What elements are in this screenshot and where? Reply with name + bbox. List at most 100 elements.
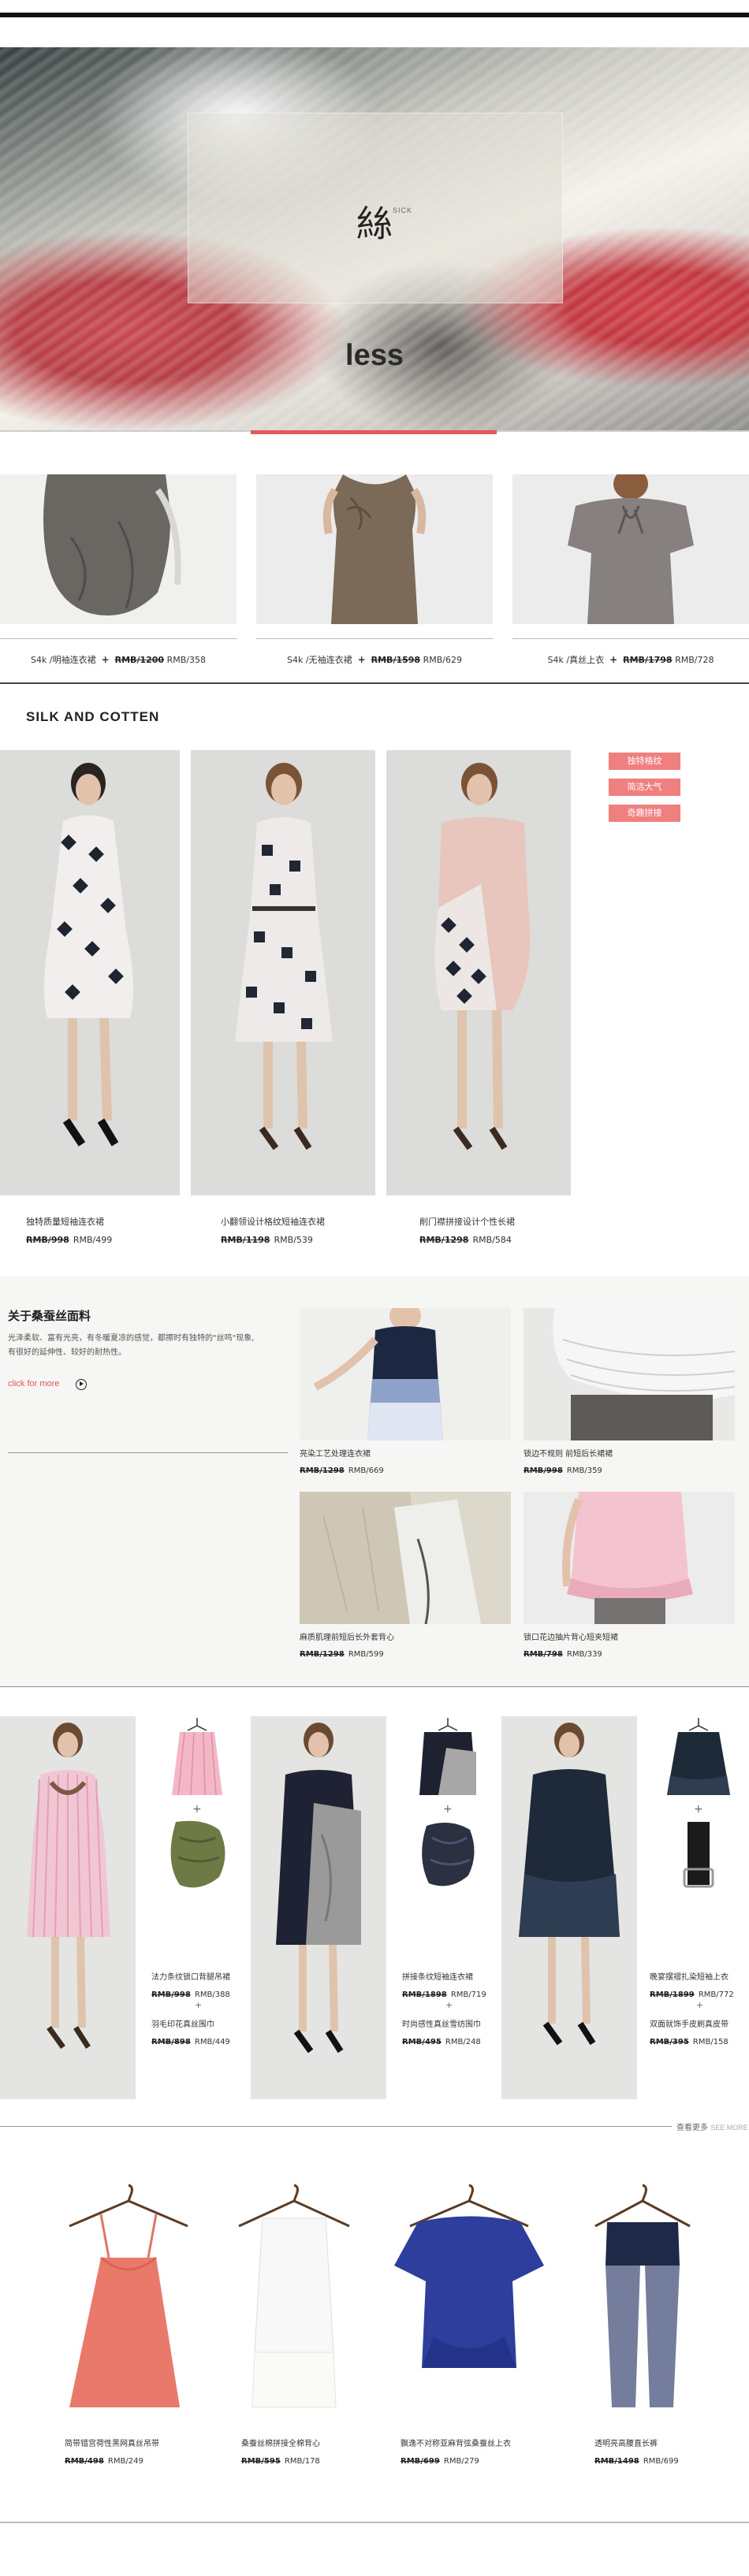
product-image[interactable]	[658, 1716, 740, 1803]
silk-description: 光泽柔软、富有光亮，有冬暖夏凉的感觉，都擦时有独特的"丝鸣"现象,	[8, 1334, 255, 1343]
model-image[interactable]	[251, 1716, 386, 2099]
section-divider	[0, 682, 749, 684]
product-name: 法力条纹锁口背腿吊裙	[151, 1973, 230, 1982]
original-price: RMB/1198	[221, 1235, 270, 1245]
see-more-link[interactable]: 查看更多 SEE MORE	[676, 2121, 748, 2132]
product-image[interactable]	[156, 1814, 238, 1896]
sale-price: RMB/178	[284, 2457, 320, 2466]
hero-accent-bar	[251, 430, 497, 434]
product-image[interactable]	[0, 474, 237, 624]
product-image[interactable]	[54, 2179, 203, 2415]
original-price: RMB/1598	[371, 655, 421, 665]
product-image[interactable]	[256, 474, 493, 624]
sale-price: RMB/584	[472, 1235, 512, 1245]
model-image[interactable]	[386, 750, 571, 1195]
product-info[interactable]: 锁边不规则 前短后长裙裙 RMB/998 RMB/359	[524, 1447, 613, 1476]
product-image[interactable]	[576, 2179, 710, 2415]
combo-item-info[interactable]: 时尚感性真丝雪纺围巾 RMB/495 RMB/248	[402, 2017, 481, 2047]
original-price: RMB/1200	[114, 655, 165, 665]
feature-tag[interactable]: 独特格纹	[609, 753, 680, 770]
see-more-cn: 查看更多	[676, 2124, 708, 2132]
sale-price: RMB/158	[692, 2038, 729, 2046]
hero-cjk-title: 絲	[356, 203, 393, 245]
product-image[interactable]	[407, 1814, 489, 1896]
product-info[interactable]: 小翻领设计格纹短袖连衣裙 RMB/1198 RMB/539	[221, 1215, 325, 1246]
product-name: 独特质量短袖连衣裙	[26, 1217, 104, 1227]
sale-price: RMB/699	[643, 2457, 679, 2466]
original-price: RMB/1498	[594, 2457, 639, 2466]
product-image[interactable]	[386, 2179, 552, 2415]
product-name: 削门襟拼接设计个性长裙	[419, 1217, 515, 1227]
product-name: 麻质肌理前短后长外套背心	[300, 1634, 394, 1642]
original-price: RMB/395	[650, 2038, 689, 2046]
row1-divider	[256, 638, 493, 639]
product-name: S4k /真丝上衣	[547, 655, 605, 665]
original-price: RMB/1898	[402, 1991, 447, 1999]
product-name: 飘逸不对称亚麻背弦桑蚕丝上衣	[401, 2440, 511, 2448]
original-price: RMB/498	[65, 2457, 104, 2466]
product-info[interactable]: 削门襟拼接设计个性长裙 RMB/1298 RMB/584	[419, 1215, 515, 1246]
model-image[interactable]	[0, 750, 180, 1195]
product-image[interactable]	[300, 1492, 511, 1624]
feature-tag[interactable]: 简洁大气	[609, 779, 680, 796]
see-more-en: SEE MORE	[710, 2124, 748, 2132]
product-name: 桑蚕丝棉拼接全棉背心	[241, 2440, 320, 2448]
product-name: S4k /无袖连衣裙	[287, 655, 352, 665]
original-price: RMB/1899	[650, 1991, 695, 1999]
product-image[interactable]	[658, 1814, 740, 1896]
see-more-divider	[0, 2126, 672, 2127]
sale-price: RMB/499	[73, 1235, 113, 1245]
sale-price: RMB/249	[107, 2457, 143, 2466]
feature-tag[interactable]: 奇趣拼接	[609, 805, 680, 822]
product-info[interactable]: S4k /无袖连衣裙 + RMB/1598 RMB/629	[256, 653, 493, 666]
row1-divider	[512, 638, 749, 639]
silk-description: 有很好的延伸性、较好的耐热性。	[8, 1348, 126, 1357]
arrow-right-icon[interactable]	[76, 1379, 87, 1390]
product-image[interactable]	[407, 1716, 489, 1803]
sale-price: RMB/339	[566, 1650, 602, 1659]
section-title: SILK AND COTTEN	[26, 709, 160, 724]
product-name: S4k /明袖连衣裙	[31, 655, 96, 665]
product-info[interactable]: 桑蚕丝棉拼接全棉背心 RMB/595 RMB/178	[241, 2437, 320, 2466]
top-rule	[0, 13, 749, 17]
combo-item-info[interactable]: 法力条纹锁口背腿吊裙 RMB/998 RMB/388	[151, 1970, 230, 2000]
product-image[interactable]	[524, 1492, 735, 1624]
product-name: 拼接条纹短袖连衣裙	[402, 1973, 473, 1982]
model-image[interactable]	[191, 750, 375, 1195]
product-name: 晚宴摆褶扎染短袖上衣	[650, 1973, 729, 1982]
product-name: 锁边不规则 前短后长裙裙	[524, 1450, 613, 1459]
product-info[interactable]: 透明亮高腰直长裤 RMB/1498 RMB/699	[594, 2437, 679, 2466]
product-image[interactable]	[300, 1308, 511, 1440]
original-price: RMB/1798	[623, 655, 673, 665]
combo-item-info[interactable]: 双面就饰手皮刷真皮带 RMB/395 RMB/158	[650, 2017, 729, 2047]
product-info[interactable]: S4k /明袖连衣裙 + RMB/1200 RMB/358	[0, 653, 237, 666]
product-image[interactable]	[524, 1308, 735, 1440]
model-image[interactable]	[501, 1716, 637, 2099]
combo-item-info[interactable]: 羽毛印花真丝围巾 RMB/898 RMB/449	[151, 2017, 230, 2047]
combo-item-info[interactable]: 晚宴摆褶扎染短袖上衣 RMB/1899 RMB/772	[650, 1970, 734, 2000]
product-info[interactable]: 独特质量短袖连衣裙 RMB/998 RMB/499	[26, 1215, 112, 1246]
sale-price: RMB/629	[423, 655, 462, 665]
product-image[interactable]	[219, 2179, 369, 2415]
sale-price: RMB/388	[194, 1991, 230, 1999]
sale-price: RMB/359	[566, 1466, 602, 1475]
combo-item-info[interactable]: 拼接条纹短袖连衣裙 RMB/1898 RMB/719	[402, 1970, 486, 2000]
product-info[interactable]: 飘逸不对称亚麻背弦桑蚕丝上衣 RMB/699 RMB/279	[401, 2437, 511, 2466]
product-info[interactable]: 锁口花边抽片背心短夹短裙 RMB/798 RMB/339	[524, 1630, 618, 1660]
original-price: RMB/998	[524, 1466, 563, 1475]
silk-divider	[8, 1452, 288, 1453]
product-name: 锁口花边抽片背心短夹短裙	[524, 1634, 618, 1642]
product-info[interactable]: 简带错宫荷性黑网真丝吊带 RMB/498 RMB/249	[65, 2437, 159, 2466]
product-image[interactable]	[512, 474, 749, 624]
product-info[interactable]: S4k /真丝上衣 + RMB/1798 RMB/728	[512, 653, 749, 666]
sale-price: RMB/279	[443, 2457, 479, 2466]
model-image[interactable]	[0, 1716, 136, 2099]
click-for-more-link[interactable]: click for more	[8, 1379, 59, 1388]
plus-icon: +	[357, 654, 366, 665]
product-info[interactable]: 麻质肌理前短后长外套背心 RMB/1298 RMB/599	[300, 1630, 394, 1660]
plus-icon: +	[609, 654, 618, 665]
original-price: RMB/495	[402, 2038, 442, 2046]
product-info[interactable]: 亮染工艺处理连衣裙 RMB/1298 RMB/669	[300, 1447, 384, 1476]
product-image[interactable]	[156, 1716, 238, 1803]
product-name: 透明亮高腰直长裤	[594, 2440, 658, 2448]
